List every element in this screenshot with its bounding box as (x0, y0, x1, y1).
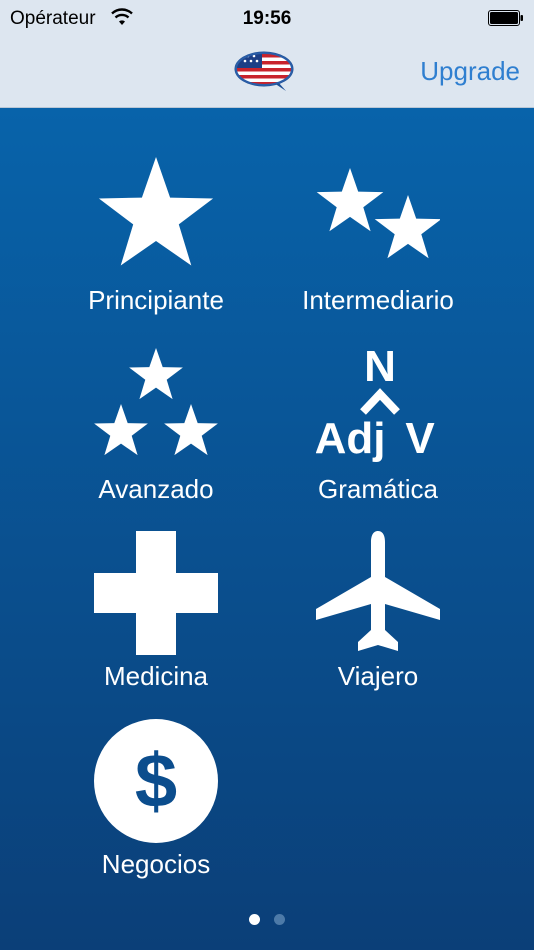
status-bar: Opérateur 19:56 (0, 0, 534, 40)
category-label: Medicina (103, 661, 209, 691)
dollar-sign-text: $ (135, 739, 177, 824)
three-stars-icon (94, 348, 218, 456)
category-grid: Principiante Intermediario Avanzado N Ad… (0, 108, 534, 950)
category-label: Viajero (337, 661, 419, 691)
status-time: 19:56 (242, 8, 292, 29)
category-label: Gramática (318, 474, 438, 504)
top-bar: Opérateur 19:56 Upgrade (0, 0, 534, 108)
category-viajero[interactable]: Viajero (278, 531, 478, 706)
category-label: Avanzado (98, 474, 214, 504)
category-intermediario[interactable]: Intermediario (278, 155, 478, 330)
category-gramatica[interactable]: N Adj V Gramática (278, 344, 478, 519)
category-avanzado[interactable]: Avanzado (56, 344, 256, 519)
category-principiante[interactable]: Principiante (56, 155, 256, 330)
two-stars-icon (316, 168, 440, 259)
category-label: Negocios (101, 849, 211, 879)
us-flag-speech-bubble-icon (234, 51, 294, 91)
medical-cross-icon (94, 531, 218, 655)
grammar-icon: N Adj V (316, 344, 435, 463)
upgrade-button[interactable]: Upgrade (420, 56, 520, 87)
page-dot-1[interactable] (249, 914, 260, 925)
grammar-verb-text: V (405, 414, 435, 463)
page-dot-2[interactable] (274, 914, 285, 925)
grammar-adj-text: Adj (316, 414, 385, 463)
category-label: Principiante (88, 285, 224, 315)
category-negocios[interactable]: $ Negocios (56, 719, 256, 894)
category-label: Intermediario (302, 285, 454, 315)
airplane-icon (316, 531, 440, 651)
star-icon (98, 157, 214, 266)
page-indicator[interactable] (0, 912, 534, 930)
dollar-coin-icon: $ (94, 719, 218, 843)
grammar-noun-text: N (364, 344, 396, 391)
battery-icon (488, 10, 523, 26)
category-medicina[interactable]: Medicina (56, 531, 256, 706)
